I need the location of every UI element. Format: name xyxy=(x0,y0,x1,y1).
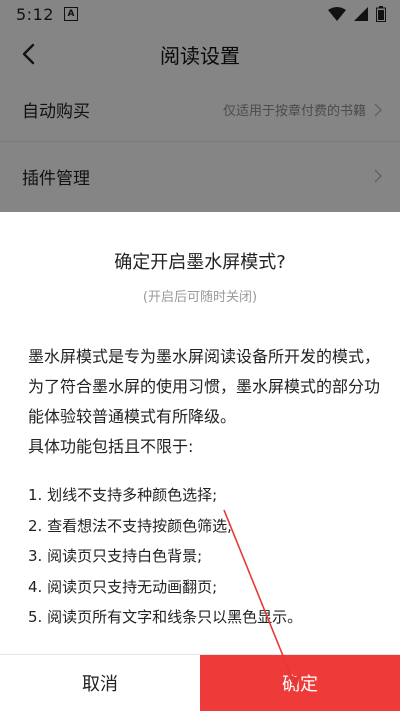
list-item: 2. 查看想法不支持按颜色筛选; xyxy=(28,516,233,535)
description-line: 具体功能包括且不限于: xyxy=(28,437,194,456)
confirm-button[interactable]: 确定 xyxy=(200,655,400,711)
dialog-subtitle: (开启后可随时关闭) xyxy=(142,290,258,305)
dialog-footer: 取消 确定 xyxy=(0,654,400,711)
list-item: 3. 阅读页只支持白色背景; xyxy=(28,547,203,565)
feature-list: 1. 划线不支持多种颜色选择; 2. 查看想法不支持按颜色筛选; 3. 阅读页只… xyxy=(28,480,380,633)
description-line: 墨水屏模式是专为墨水屏阅读设备所开发的模式， xyxy=(28,347,381,366)
eink-mode-dialog: 确定开启墨水屏模式? (开启后可随时关闭) 墨水屏模式是专为墨水屏阅读设备所开发… xyxy=(0,212,400,711)
dialog-title: 确定开启墨水屏模式? xyxy=(114,252,286,273)
list-item: 4. 阅读页只支持无动画翻页; xyxy=(28,577,218,596)
dialog-description: 墨水屏模式是专为墨水屏阅读设备所开发的模式， 为了符合墨水屏的使用习惯，墨水屏模… xyxy=(28,342,380,462)
description-line: 能体验较普通模式有所降级。 xyxy=(28,407,237,426)
list-item: 1. 划线不支持多种颜色选择; xyxy=(28,486,218,504)
description-line: 为了符合墨水屏的使用习惯，墨水屏模式的部分功 xyxy=(28,377,381,396)
list-item: 5. 阅读页所有文字和线条只以黑色显示。 xyxy=(28,608,303,626)
cancel-button[interactable]: 取消 xyxy=(0,655,200,711)
